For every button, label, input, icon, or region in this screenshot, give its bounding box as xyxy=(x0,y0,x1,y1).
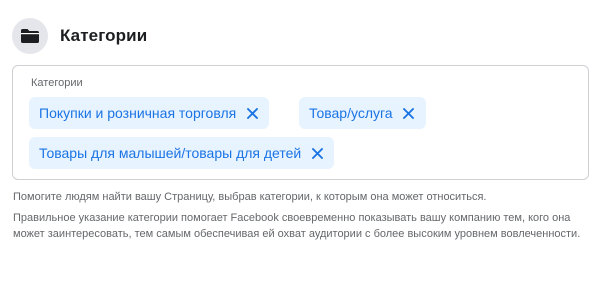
chip-label: Товары для малышей/товары для детей xyxy=(39,145,302,161)
folder-icon xyxy=(20,28,40,44)
section-title: Категории xyxy=(60,26,148,45)
categories-section: Категории Категории Покупки и розничная … xyxy=(0,0,609,284)
close-icon[interactable] xyxy=(310,146,324,160)
section-header: Категории xyxy=(12,17,147,55)
category-chip: Товар/услуга xyxy=(299,97,426,129)
folder-icon-circle xyxy=(12,18,48,54)
chip-label: Покупки и розничная торговля xyxy=(39,105,237,121)
categories-field[interactable]: Категории Покупки и розничная торговля Т… xyxy=(12,65,589,180)
category-chip: Покупки и розничная торговля xyxy=(29,97,270,129)
category-chip: Товары для малышей/товары для детей xyxy=(29,137,335,169)
close-icon[interactable] xyxy=(245,106,259,120)
info-text: Правильное указание категории помогает F… xyxy=(13,212,581,240)
chip-label: Товар/услуга xyxy=(309,105,393,121)
close-icon[interactable] xyxy=(402,106,416,120)
help-text: Помогите людям найти вашу Страницу, выбр… xyxy=(13,191,487,203)
field-label: Категории xyxy=(31,77,83,89)
